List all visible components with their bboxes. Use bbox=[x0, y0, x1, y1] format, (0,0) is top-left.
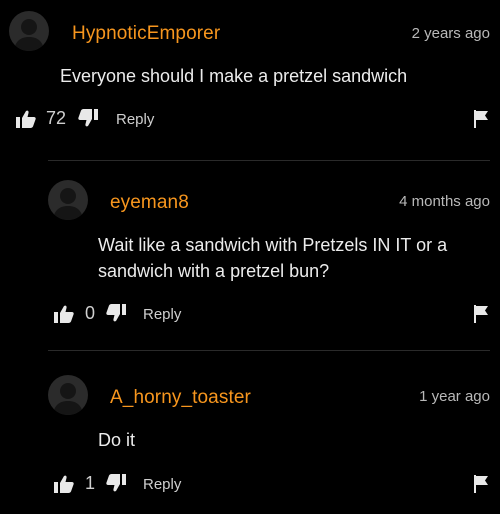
thumbs-down-icon[interactable] bbox=[78, 109, 98, 132]
flag-icon[interactable] bbox=[474, 475, 488, 498]
reply-button[interactable]: Reply bbox=[143, 306, 181, 323]
comment-username[interactable]: eyeman8 bbox=[110, 192, 189, 214]
comment-timestamp: 2 years ago bbox=[411, 25, 490, 42]
user-silhouette-icon bbox=[14, 19, 44, 51]
avatar[interactable] bbox=[48, 375, 88, 415]
comment-actions: 0 Reply bbox=[0, 300, 500, 326]
comment-timestamp: 1 year ago bbox=[419, 388, 490, 405]
like-count: 1 bbox=[85, 473, 96, 493]
like-count: 0 bbox=[85, 303, 96, 323]
reply-button[interactable]: Reply bbox=[116, 111, 154, 128]
avatar[interactable] bbox=[9, 11, 49, 51]
thumbs-up-icon[interactable] bbox=[54, 305, 74, 328]
comment-1: HypnoticEmporer 2 years ago Everyone sho… bbox=[0, 0, 500, 160]
flag-icon[interactable] bbox=[474, 110, 488, 133]
comment-timestamp: 4 months ago bbox=[399, 193, 490, 210]
avatar[interactable] bbox=[48, 180, 88, 220]
thumbs-down-icon[interactable] bbox=[106, 474, 126, 497]
thumbs-up-icon[interactable] bbox=[16, 110, 36, 133]
flag-icon[interactable] bbox=[474, 305, 488, 328]
comment-actions: 1 Reply bbox=[0, 470, 500, 496]
like-count: 72 bbox=[46, 108, 67, 128]
reply-button[interactable]: Reply bbox=[143, 476, 181, 493]
comment-text: Everyone should I make a pretzel sandwic… bbox=[60, 66, 408, 86]
comment-text-line-2: sandwich with a pretzel bun? bbox=[98, 261, 330, 281]
comment-3: A_horny_toaster 1 year ago Do it 1 Reply bbox=[0, 350, 500, 514]
comment-username[interactable]: HypnoticEmporer bbox=[72, 23, 220, 45]
thumbs-up-icon[interactable] bbox=[54, 475, 74, 498]
comment-text-line-1: Wait like a sandwich with Pretzels IN IT… bbox=[98, 235, 448, 255]
user-silhouette-icon bbox=[53, 383, 83, 415]
comment-username[interactable]: A_horny_toaster bbox=[110, 387, 251, 409]
comment-actions: 72 Reply bbox=[0, 106, 500, 132]
comment-text: Do it bbox=[98, 430, 136, 450]
user-silhouette-icon bbox=[53, 188, 83, 220]
comment-2: eyeman8 4 months ago Wait like a sandwic… bbox=[0, 160, 500, 350]
thumbs-down-icon[interactable] bbox=[106, 304, 126, 327]
